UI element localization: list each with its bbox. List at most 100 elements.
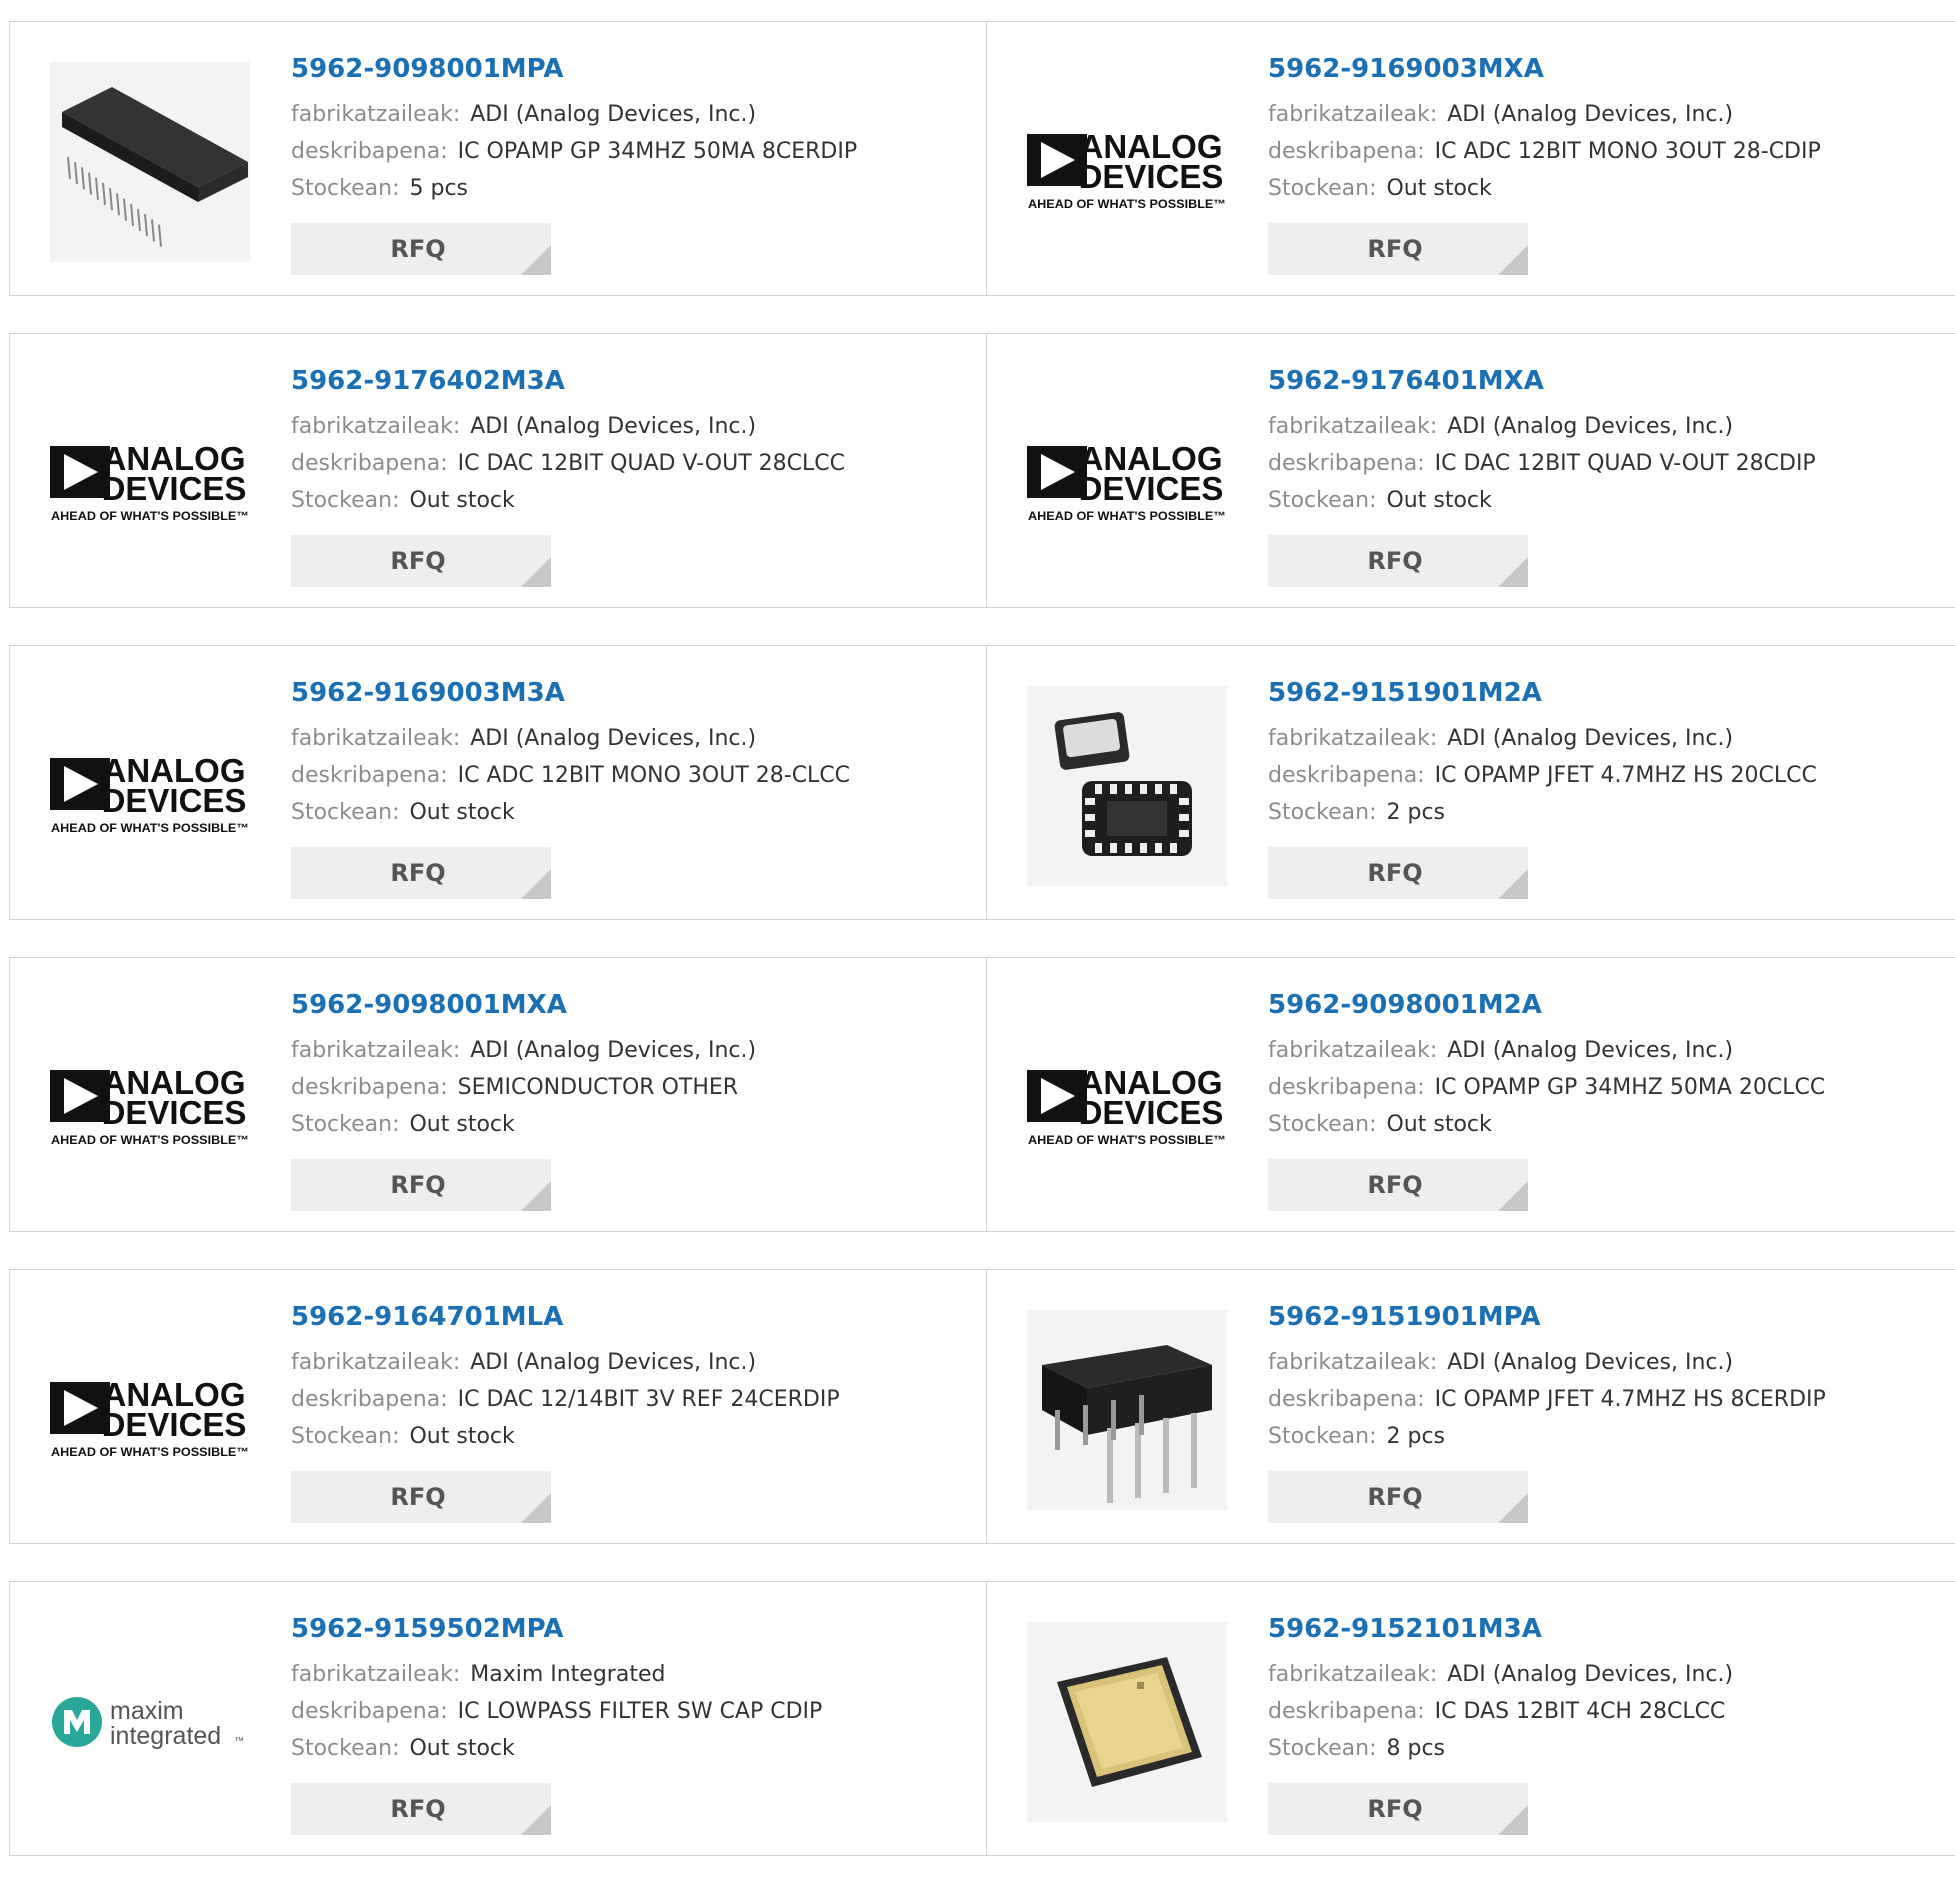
stock-value: 8 pcs bbox=[1386, 1736, 1445, 1761]
rfq-button[interactable]: RFQ bbox=[291, 535, 551, 587]
product-image[interactable] bbox=[1027, 686, 1227, 886]
stock-row: Stockean: 2 pcs bbox=[1268, 794, 1817, 831]
product-info: 5962-9152101M3A fabrikatzaileak: ADI (Anal… bbox=[1268, 1612, 1733, 1767]
product-grid: 5962-9098001MPA fabrikatzaileak: ADI (Anal… bbox=[9, 21, 1955, 1893]
rfq-button[interactable]: RFQ bbox=[1268, 223, 1528, 275]
product-image[interactable] bbox=[1027, 1622, 1227, 1822]
part-number-link[interactable]: 5962-9176402M3A bbox=[291, 364, 845, 404]
part-number-link[interactable]: 5962-9152101M3A bbox=[1268, 1612, 1733, 1652]
rfq-button[interactable]: RFQ bbox=[1268, 1783, 1528, 1835]
manufacturer-row: fabrikatzaileak: ADI (Analog Devices, Inc… bbox=[1268, 408, 1816, 445]
stock-label: Stockean: bbox=[291, 1112, 400, 1137]
description-label: deskribapena: bbox=[1268, 451, 1425, 476]
rfq-button-label: RFQ bbox=[1367, 1483, 1423, 1511]
analog-devices-logo: ANALOGDEVICESAHEAD OF WHAT'S POSSIBLE™ bbox=[50, 440, 249, 523]
manufacturer-value: ADI (Analog Devices, Inc.) bbox=[470, 1038, 757, 1063]
rfq-button-label: RFQ bbox=[390, 1795, 446, 1823]
stock-value: 2 pcs bbox=[1386, 1424, 1445, 1449]
description-label: deskribapena: bbox=[1268, 763, 1425, 788]
manufacturer-label: fabrikatzaileak: bbox=[1268, 726, 1438, 751]
manufacturer-label: fabrikatzaileak: bbox=[291, 1350, 461, 1375]
description-value: IC ADC 12BIT MONO 3OUT 28-CLCC bbox=[457, 763, 851, 788]
product-info: 5962-9164701MLA fabrikatzaileak: ADI (Anal… bbox=[291, 1300, 840, 1455]
product-info: 5962-9176402M3A fabrikatzaileak: ADI (Anal… bbox=[291, 364, 845, 519]
stock-value: Out stock bbox=[409, 800, 515, 825]
description-label: deskribapena: bbox=[1268, 139, 1425, 164]
product-image[interactable]: ANALOG DEVICES AHEAD OF WHAT'S POSSIBLE™ bbox=[50, 1310, 250, 1510]
part-number-link[interactable]: 5962-9098001M2A bbox=[1268, 988, 1825, 1028]
description-value: SEMICONDUCTOR OTHER bbox=[457, 1075, 739, 1100]
stock-label: Stockean: bbox=[1268, 488, 1377, 513]
manufacturer-label: fabrikatzaileak: bbox=[1268, 1662, 1438, 1687]
analog-devices-logo: ANALOGDEVICESAHEAD OF WHAT'S POSSIBLE™ bbox=[50, 1376, 249, 1459]
rfq-button[interactable]: RFQ bbox=[291, 1159, 551, 1211]
rfq-button[interactable]: RFQ bbox=[291, 223, 551, 275]
part-number-link[interactable]: 5962-9169003M3A bbox=[291, 676, 850, 716]
rfq-button[interactable]: RFQ bbox=[1268, 1159, 1528, 1211]
stock-row: Stockean: Out stock bbox=[291, 794, 850, 831]
rfq-button[interactable]: RFQ bbox=[1268, 535, 1528, 587]
corner-triangle-icon bbox=[521, 557, 551, 587]
rfq-button-label: RFQ bbox=[390, 547, 446, 575]
part-number-link[interactable]: 5962-9098001MPA bbox=[291, 52, 857, 92]
stock-value: Out stock bbox=[409, 1112, 515, 1137]
product-image[interactable]: ANALOG DEVICES AHEAD OF WHAT'S POSSIBLE™ bbox=[1027, 998, 1227, 1198]
stock-value: Out stock bbox=[1386, 1112, 1492, 1137]
manufacturer-value: ADI (Analog Devices, Inc.) bbox=[1447, 414, 1734, 439]
stock-label: Stockean: bbox=[291, 176, 400, 201]
product-info: 5962-9098001MXA fabrikatzaileak: ADI (Anal… bbox=[291, 988, 756, 1143]
product-image[interactable] bbox=[50, 62, 250, 262]
description-label: deskribapena: bbox=[291, 1387, 448, 1412]
rfq-button-label: RFQ bbox=[1367, 1171, 1423, 1199]
part-number-link[interactable]: 5962-9169003MXA bbox=[1268, 52, 1821, 92]
description-row: deskribapena: IC OPAMP GP 34MHZ 50MA 8CER… bbox=[291, 133, 857, 170]
description-label: deskribapena: bbox=[291, 451, 448, 476]
product-card: ANALOG DEVICES AHEAD OF WHAT'S POSSIBLE™ 59… bbox=[987, 957, 1955, 1232]
product-image[interactable]: maxim integrated ™ bbox=[50, 1622, 250, 1822]
stock-label: Stockean: bbox=[1268, 800, 1377, 825]
description-value: IC OPAMP GP 34MHZ 50MA 20CLCC bbox=[1434, 1075, 1826, 1100]
product-row: ANALOG DEVICES AHEAD OF WHAT'S POSSIBLE™ 59… bbox=[9, 333, 1955, 608]
stock-label: Stockean: bbox=[291, 800, 400, 825]
product-image[interactable]: ANALOG DEVICES AHEAD OF WHAT'S POSSIBLE™ bbox=[50, 374, 250, 574]
description-value: IC LOWPASS FILTER SW CAP CDIP bbox=[457, 1699, 823, 1724]
rfq-button[interactable]: RFQ bbox=[291, 1783, 551, 1835]
part-number-link[interactable]: 5962-9176401MXA bbox=[1268, 364, 1816, 404]
stock-value: Out stock bbox=[1386, 176, 1492, 201]
product-info: 5962-9151901M2A fabrikatzaileak: ADI (Anal… bbox=[1268, 676, 1817, 831]
gold-lid-chip-photo bbox=[1027, 1622, 1227, 1822]
stock-value: 5 pcs bbox=[409, 176, 468, 201]
manufacturer-value: Maxim Integrated bbox=[470, 1662, 666, 1687]
manufacturer-row: fabrikatzaileak: Maxim Integrated bbox=[291, 1656, 822, 1693]
rfq-button[interactable]: RFQ bbox=[291, 1471, 551, 1523]
rfq-button[interactable]: RFQ bbox=[1268, 1471, 1528, 1523]
part-number-link[interactable]: 5962-9159502MPA bbox=[291, 1612, 822, 1652]
manufacturer-row: fabrikatzaileak: ADI (Analog Devices, Inc… bbox=[1268, 1032, 1825, 1069]
description-row: deskribapena: IC LOWPASS FILTER SW CAP CD… bbox=[291, 1693, 822, 1730]
part-number-link[interactable]: 5962-9151901M2A bbox=[1268, 676, 1817, 716]
rfq-button[interactable]: RFQ bbox=[291, 847, 551, 899]
part-number-link[interactable]: 5962-9164701MLA bbox=[291, 1300, 840, 1340]
manufacturer-label: fabrikatzaileak: bbox=[291, 414, 461, 439]
svg-text:DEVICES: DEVICES bbox=[102, 1406, 247, 1443]
description-label: deskribapena: bbox=[291, 763, 448, 788]
rfq-button[interactable]: RFQ bbox=[1268, 847, 1528, 899]
product-image[interactable] bbox=[1027, 1310, 1227, 1510]
stock-row: Stockean: Out stock bbox=[291, 1418, 840, 1455]
product-image[interactable]: ANALOG DEVICES AHEAD OF WHAT'S POSSIBLE™ bbox=[50, 686, 250, 886]
product-card: ANALOG DEVICES AHEAD OF WHAT'S POSSIBLE™ 59… bbox=[987, 333, 1955, 608]
manufacturer-value: ADI (Analog Devices, Inc.) bbox=[470, 414, 757, 439]
description-value: IC DAC 12BIT QUAD V-OUT 28CLCC bbox=[457, 451, 845, 476]
product-card: ANALOG DEVICES AHEAD OF WHAT'S POSSIBLE™ 59… bbox=[9, 957, 987, 1232]
corner-triangle-icon bbox=[1498, 557, 1528, 587]
part-number-link[interactable]: 5962-9151901MPA bbox=[1268, 1300, 1826, 1340]
stock-label: Stockean: bbox=[1268, 1424, 1377, 1449]
product-image[interactable]: ANALOG DEVICES AHEAD OF WHAT'S POSSIBLE™ bbox=[50, 998, 250, 1198]
svg-text:AHEAD OF WHAT'S POSSIBLE™: AHEAD OF WHAT'S POSSIBLE™ bbox=[1028, 197, 1226, 211]
product-image[interactable]: ANALOG DEVICES AHEAD OF WHAT'S POSSIBLE™ bbox=[1027, 62, 1227, 262]
product-image[interactable]: ANALOG DEVICES AHEAD OF WHAT'S POSSIBLE™ bbox=[1027, 374, 1227, 574]
dip-28-chip-photo bbox=[50, 62, 250, 262]
maxim-integrated-logo: maximintegrated ™ bbox=[52, 1697, 244, 1750]
part-number-link[interactable]: 5962-9098001MXA bbox=[291, 988, 756, 1028]
manufacturer-label: fabrikatzaileak: bbox=[291, 1038, 461, 1063]
